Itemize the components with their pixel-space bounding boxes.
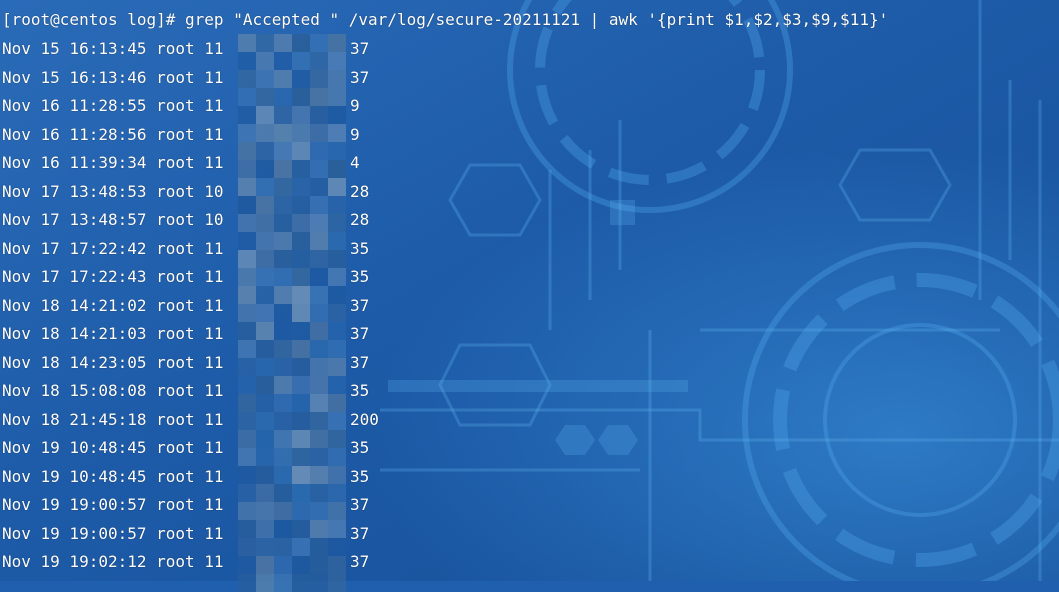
log-line: Nov 19 19:00:57 root 11 37: [2, 520, 369, 548]
log-line: Nov 18 21:45:18 root 11 200: [2, 406, 379, 434]
log-line: Nov 18 14:21:03 root 11 37: [2, 320, 369, 348]
ip-tail: 35: [350, 238, 370, 258]
log-line-prefix: Nov 18 14:23:05 root 11: [2, 352, 224, 372]
ip-tail: 9: [350, 96, 360, 115]
log-line: Nov 18 14:21:02 root 11 37: [2, 292, 369, 320]
log-line: Nov 18 15:08:08 root 11 35: [2, 377, 369, 405]
log-line-prefix: Nov 16 11:28:55 root 11: [2, 96, 224, 115]
ip-tail: 37: [350, 324, 370, 343]
ip-tail: 35: [350, 267, 370, 286]
command-text: grep "Accepted " /var/log/secure-2021112…: [175, 10, 889, 29]
terminal-window[interactable]: { "terminal": { "prompt": "[root@centos …: [0, 0, 1059, 592]
log-line: Nov 15 16:13:45 root 11 37: [2, 35, 369, 63]
log-line: Nov 17 17:22:42 root 11 35: [2, 235, 369, 263]
log-line: Nov 19 19:00:57 root 11 37: [2, 491, 369, 519]
log-line-prefix: Nov 17 17:22:43 root 11: [2, 267, 224, 286]
ip-tail: 28: [350, 181, 370, 201]
ip-tail: 37: [350, 523, 370, 543]
log-line: Nov 16 11:39:34 root 11 4: [2, 149, 360, 177]
log-line-prefix: Nov 17 13:48:53 root 10: [2, 181, 224, 201]
ip-tail: 35: [350, 438, 370, 457]
log-line-prefix: Nov 19 10:48:45 root 11: [2, 466, 224, 486]
ip-tail: 37: [350, 495, 370, 514]
log-line: Nov 15 16:13:46 root 11 37: [2, 64, 369, 92]
log-line-prefix: Nov 19 19:00:57 root 11: [2, 523, 224, 543]
log-line-prefix: Nov 18 21:45:18 root 11: [2, 409, 224, 429]
log-line: Nov 16 11:28:55 root 11 9: [2, 92, 360, 120]
log-line: Nov 19 10:48:45 root 11 35: [2, 463, 369, 491]
log-line: Nov 17 13:48:57 root 10 28: [2, 206, 369, 234]
log-line: Nov 17 17:22:43 root 11 35: [2, 263, 369, 291]
log-line-prefix: Nov 19 19:02:12 root 11: [2, 552, 224, 571]
log-line-prefix: Nov 19 10:48:45 root 11: [2, 438, 224, 457]
ip-tail: 4: [350, 153, 360, 172]
ip-tail: 37: [350, 39, 370, 58]
log-line-prefix: Nov 16 11:28:56 root 11: [2, 124, 224, 144]
command-line: [root@centos log]# grep "Accepted " /var…: [2, 6, 888, 34]
log-line: Nov 19 10:48:45 root 11 35: [2, 434, 369, 462]
ip-tail: 35: [350, 466, 370, 486]
log-line: Nov 18 14:23:05 root 11 37: [2, 349, 369, 377]
redacted-ip-mosaic: [238, 34, 346, 592]
ip-tail: 37: [350, 295, 370, 315]
ip-tail: 37: [350, 352, 370, 372]
log-line-prefix: Nov 18 14:21:03 root 11: [2, 324, 224, 343]
log-line: Nov 17 13:48:53 root 10 28: [2, 178, 369, 206]
log-line-prefix: Nov 19 19:00:57 root 11: [2, 495, 224, 514]
ip-tail: 37: [350, 67, 370, 87]
log-line-prefix: Nov 16 11:39:34 root 11: [2, 153, 224, 172]
ip-tail: 28: [350, 210, 370, 229]
ip-tail: 200: [350, 409, 379, 429]
ip-tail: 35: [350, 381, 370, 400]
log-line-prefix: Nov 15 16:13:45 root 11: [2, 39, 224, 58]
log-line-prefix: Nov 17 13:48:57 root 10: [2, 210, 224, 229]
log-line-prefix: Nov 15 16:13:46 root 11: [2, 67, 224, 87]
ip-tail: 9: [350, 124, 360, 144]
log-line-prefix: Nov 17 17:22:42 root 11: [2, 238, 224, 258]
ip-tail: 37: [350, 552, 370, 571]
shell-prompt: [root@centos log]#: [2, 10, 176, 29]
terminal-output[interactable]: [root@centos log]# grep "Accepted " /var…: [0, 0, 1059, 592]
log-line-prefix: Nov 18 15:08:08 root 11: [2, 381, 224, 400]
log-line-prefix: Nov 18 14:21:02 root 11: [2, 295, 224, 315]
log-line: Nov 19 19:02:12 root 11 37: [2, 548, 369, 576]
log-line: Nov 16 11:28:56 root 11 9: [2, 121, 360, 149]
